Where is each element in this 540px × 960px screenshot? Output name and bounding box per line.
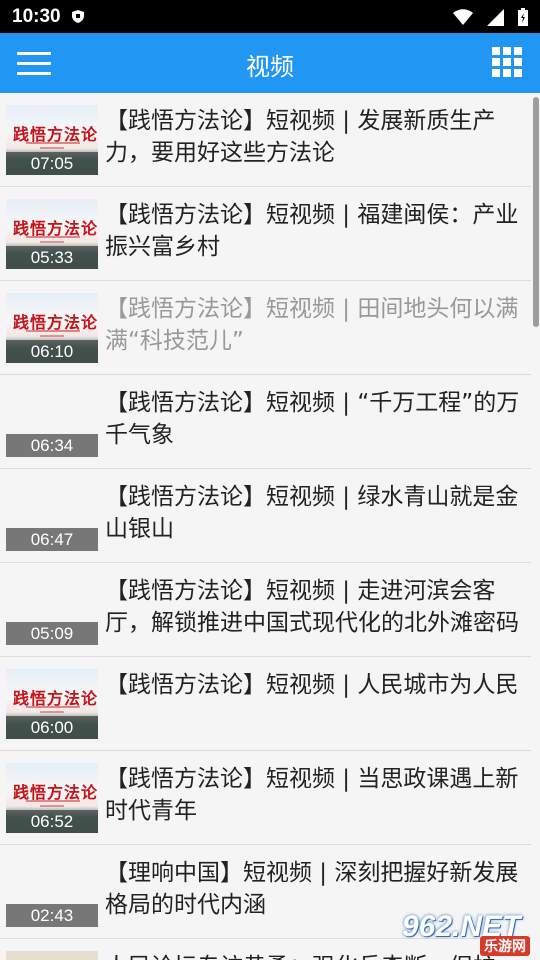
status-time: 10:30 [12, 6, 61, 27]
list-item[interactable]: 践悟方法论 06:10 【践悟方法论】短视频 | 田间地头何以满满“科技范儿” [0, 281, 531, 375]
list-item[interactable]: 06:47 【践悟方法论】短视频 | 绿水青山就是金山银山 [0, 469, 531, 563]
watermark-site-name: 乐游网 [480, 936, 530, 956]
list-item[interactable]: 践悟方法论 07:05 【践悟方法论】短视频 | 发展新质生产力，要用好这些方法… [0, 93, 531, 187]
thumbnail-image [6, 951, 98, 960]
video-thumbnail[interactable]: 践悟方法论 06:00 [6, 669, 98, 739]
list-item[interactable]: 践悟方法论 06:52 【践悟方法论】短视频 | 当思政课遇上新时代青年 [0, 751, 531, 845]
video-duration: 06:52 [6, 810, 98, 833]
wifi-icon [453, 9, 473, 25]
status-bar: 10:30 [0, 0, 540, 33]
video-duration: 06:34 [6, 434, 98, 457]
video-thumbnail[interactable]: 06:47 [6, 481, 98, 551]
page-title: 视频 [246, 53, 294, 81]
list-item[interactable]: 05:09 【践悟方法论】短视频 | 走进河滨会客厅，解锁推进中国式现代化的北外… [0, 563, 531, 657]
video-thumbnail[interactable]: 践悟方法论 05:33 [6, 199, 98, 269]
list-item[interactable]: 践悟方法论 06:00 【践悟方法论】短视频 | 人民城市为人民 [0, 657, 531, 751]
battery-icon [518, 8, 528, 26]
video-thumbnail[interactable]: 践悟方法论 06:52 [6, 763, 98, 833]
site-watermark: 962.NET 乐游网 [402, 910, 534, 958]
video-thumbnail[interactable]: 践悟方法论 07:05 [6, 105, 98, 175]
video-duration: 06:10 [6, 340, 98, 363]
video-thumbnail[interactable]: 02:43 [6, 857, 98, 927]
video-duration: 06:00 [6, 716, 98, 739]
video-title[interactable]: 【践悟方法论】短视频 | 福建闽侯：产业振兴富乡村 [105, 199, 527, 263]
video-thumbnail[interactable]: 践悟方法论 06:10 [6, 293, 98, 363]
system-icons [453, 7, 528, 27]
app-bar: 视频 [0, 33, 540, 93]
video-duration: 07:05 [6, 152, 98, 175]
video-title[interactable]: 【践悟方法论】短视频 | “千万工程”的万千气象 [105, 387, 527, 451]
video-thumbnail[interactable]: 06:34 [6, 387, 98, 457]
video-duration: 06:47 [6, 528, 98, 551]
video-duration: 05:09 [6, 622, 98, 645]
list-item[interactable]: 践悟方法论 05:33 【践悟方法论】短视频 | 福建闽侯：产业振兴富乡村 [0, 187, 531, 281]
shield-icon [72, 10, 84, 23]
video-title[interactable]: 【践悟方法论】短视频 | 人民城市为人民 [105, 669, 527, 701]
video-thumbnail[interactable]: 05:09 [6, 575, 98, 645]
list-item[interactable]: 06:34 【践悟方法论】短视频 | “千万工程”的万千气象 [0, 375, 531, 469]
grid-menu-icon[interactable] [492, 47, 522, 77]
signal-icon [487, 8, 504, 26]
video-duration: 02:43 [6, 904, 98, 927]
video-title[interactable]: 【践悟方法论】短视频 | 当思政课遇上新时代青年 [105, 763, 527, 827]
video-list[interactable]: 践悟方法论 07:05 【践悟方法论】短视频 | 发展新质生产力，要用好这些方法… [0, 93, 531, 960]
video-title[interactable]: 【践悟方法论】短视频 | 发展新质生产力，要用好这些方法论 [105, 105, 527, 169]
video-duration: 05:33 [6, 246, 98, 269]
scrollbar[interactable] [533, 97, 539, 327]
video-thumbnail[interactable] [6, 951, 98, 960]
video-title[interactable]: 【践悟方法论】短视频 | 田间地头何以满满“科技范儿” [105, 293, 527, 357]
video-title[interactable]: 【践悟方法论】短视频 | 绿水青山就是金山银山 [105, 481, 527, 545]
video-title[interactable]: 【践悟方法论】短视频 | 走进河滨会客厅，解锁推进中国式现代化的北外滩密码 [105, 575, 527, 639]
